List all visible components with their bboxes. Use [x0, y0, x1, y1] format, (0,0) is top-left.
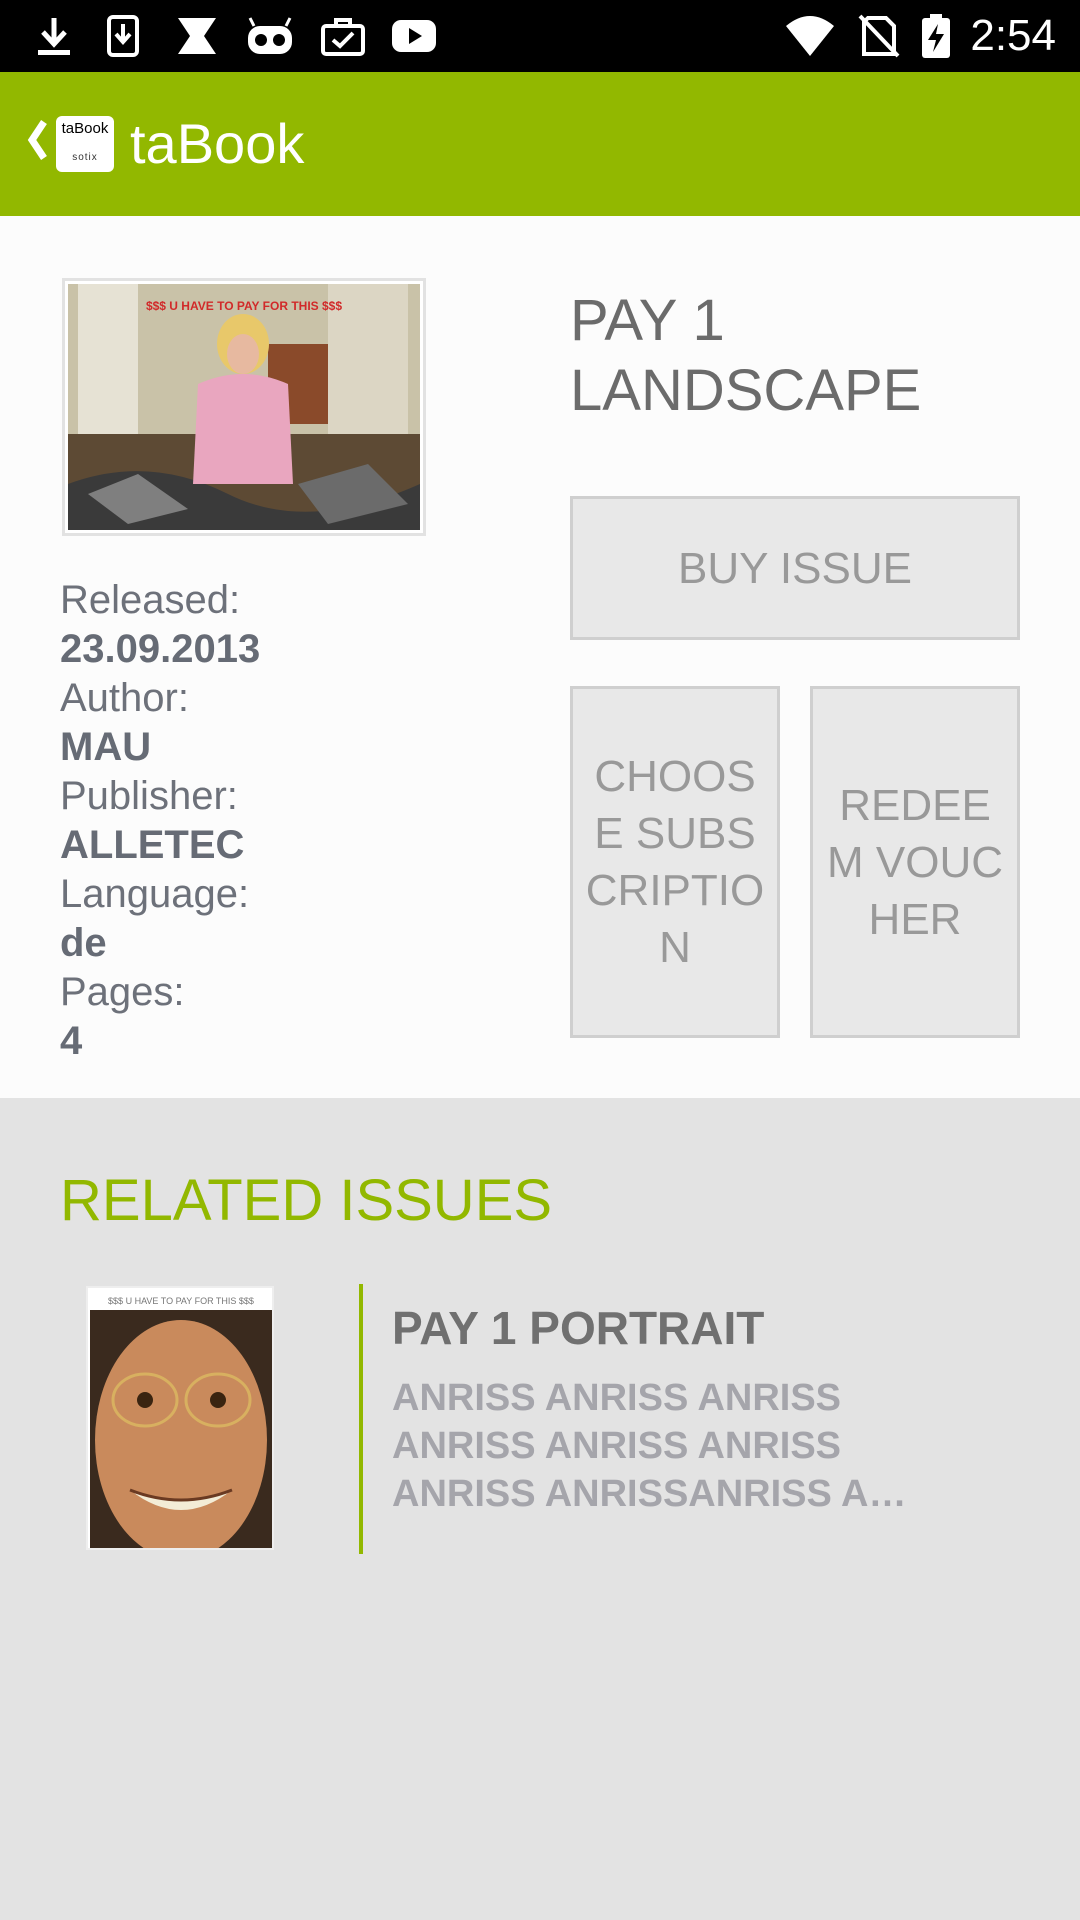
meta-label-pages: Pages: [60, 970, 185, 1014]
meta-value-pages: 4 [60, 1019, 83, 1063]
issue-metadata: Released: 23.09.2013 Author: MAU Publish… [60, 576, 480, 1066]
meta-value-author: MAU [60, 725, 152, 769]
download-box-icon [107, 15, 139, 57]
no-sim-icon [858, 14, 900, 58]
chevron-left-icon[interactable] [26, 118, 48, 162]
meta-value-language: de [60, 921, 107, 965]
issue-cover-image[interactable]: $$$ U HAVE TO PAY FOR THIS $$$ [62, 278, 426, 536]
buy-issue-button[interactable]: BUY ISSUE [570, 496, 1020, 640]
meta-label-author: Author: [60, 676, 189, 720]
redeem-voucher-button[interactable]: REDEEM VOUCHER [810, 686, 1020, 1038]
related-item-divider [359, 1284, 363, 1554]
app-title: taBook [130, 112, 305, 175]
status-bar: 2:54 [0, 0, 1080, 72]
cover-photo: $$$ U HAVE TO PAY FOR THIS $$$ [68, 284, 420, 530]
choose-subscription-button[interactable]: CHOOSE SUBSCRIPTION [570, 686, 780, 1038]
related-cover-photo: $$$ U HAVE TO PAY FOR THIS $$$ [90, 1290, 272, 1548]
related-issue-description: ANRISS ANRISS ANRISS ANRISS ANRISS ANRIS… [392, 1377, 907, 1515]
youtube-icon [392, 20, 436, 52]
wifi-icon [786, 16, 834, 56]
meta-label-publisher: Publisher: [60, 774, 238, 818]
robot-icon [248, 17, 292, 54]
related-issue-title: PAY 1 PORTRAIT [392, 1302, 765, 1354]
meta-label-language: Language: [60, 872, 250, 916]
meta-value-released: 23.09.2013 [60, 627, 261, 671]
battery-charging-icon [922, 14, 950, 58]
related-issue-thumbnail[interactable]: $$$ U HAVE TO PAY FOR THIS $$$ [86, 1286, 274, 1550]
app-logo[interactable]: taBook sotix [56, 116, 114, 172]
meta-label-released: Released: [60, 578, 241, 622]
issue-title: PAY 1 LANDSCAPE [570, 288, 922, 423]
cover-caption: $$$ U HAVE TO PAY FOR THIS $$$ [146, 299, 342, 313]
clock-time: 2:54 [970, 11, 1056, 60]
download-icon [38, 18, 70, 55]
meta-value-publisher: ALLETEC [60, 823, 245, 867]
app-logo-subtext: sotix [72, 152, 98, 163]
related-issues-heading: RELATED ISSUES [60, 1168, 553, 1233]
shield-x-icon [178, 18, 216, 54]
app-logo-text: taBook [61, 120, 109, 137]
related-cover-caption: $$$ U HAVE TO PAY FOR THIS $$$ [108, 1296, 254, 1306]
briefcase-check-icon [321, 18, 365, 56]
